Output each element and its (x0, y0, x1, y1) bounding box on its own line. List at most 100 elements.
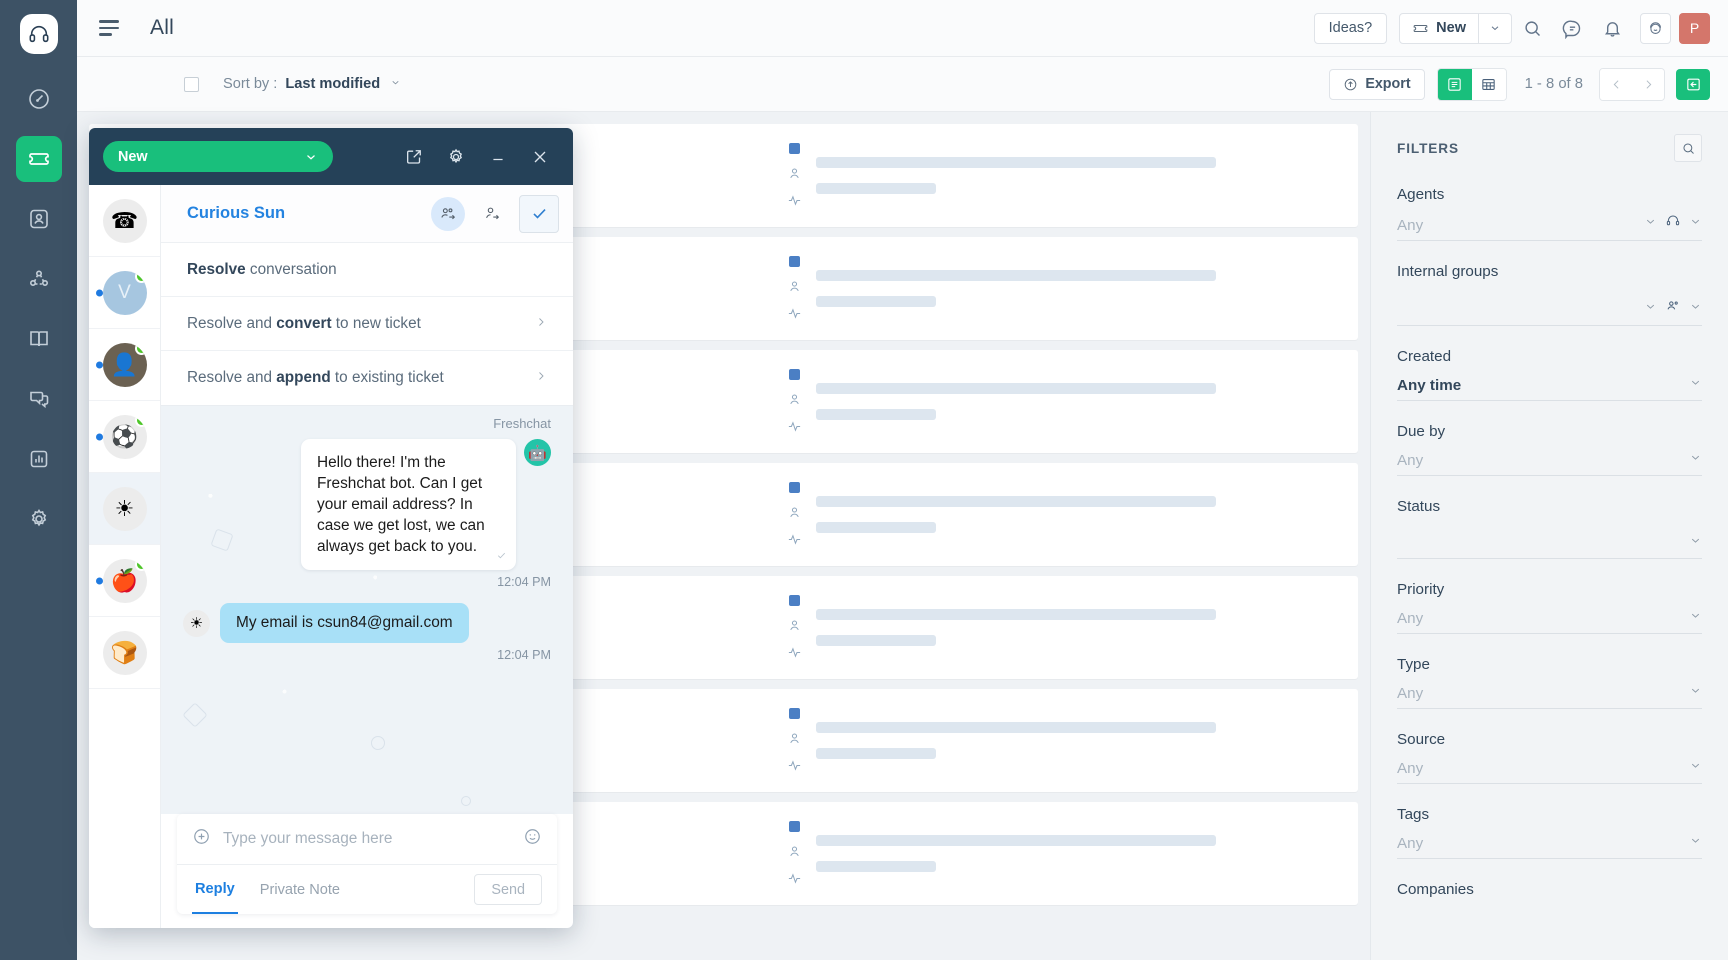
unread-indicator (96, 433, 103, 440)
settings-button[interactable] (437, 138, 475, 176)
sidebar-item-dashboard[interactable] (16, 76, 62, 122)
chevron-down-icon[interactable] (1644, 300, 1657, 318)
list-item[interactable]: 🍎 (89, 545, 160, 617)
sort-value-dropdown[interactable]: Last modified (285, 76, 401, 92)
check-icon (532, 208, 546, 219)
menu-item-resolve-convert-new-ticket[interactable]: Resolve and convert to new ticket (161, 297, 573, 351)
primary-nav-rail (0, 0, 77, 960)
search-button[interactable] (1512, 8, 1552, 48)
headset-icon[interactable] (1665, 213, 1681, 234)
resolve-button[interactable] (519, 194, 559, 233)
minimize-button[interactable] (479, 138, 517, 176)
list-item[interactable]: ⚽ (89, 401, 160, 473)
chevron-down-icon[interactable] (1689, 300, 1702, 318)
select-all-checkbox[interactable] (184, 76, 199, 92)
filter-control[interactable]: Any (1397, 608, 1702, 634)
filter-control[interactable] (1397, 533, 1702, 559)
filter-control[interactable]: Any (1397, 213, 1702, 241)
user-avatar[interactable]: P (1679, 12, 1710, 44)
sidebar-item-customers[interactable] (16, 256, 62, 302)
filter-control[interactable]: Any time (1397, 375, 1702, 401)
ideas-button[interactable]: Ideas? (1313, 12, 1388, 44)
filter-control[interactable]: Any (1397, 450, 1702, 476)
upload-icon (1345, 78, 1357, 90)
headset-logo-icon (29, 25, 48, 43)
conversation-list: ☎ V 👤 ⚽ ☀ 🍎 🍞 (89, 185, 161, 928)
chevron-down-icon[interactable] (1689, 609, 1702, 627)
list-item[interactable]: V (89, 257, 160, 329)
menu-item-resolve-conversation[interactable]: Resolve conversation (161, 243, 573, 297)
sidebar-item-admin[interactable] (16, 496, 62, 542)
tab-reply[interactable]: Reply (192, 865, 238, 914)
status-badge (788, 369, 800, 380)
table-view-button[interactable] (1471, 68, 1506, 100)
chat-bubble-icon (1562, 19, 1580, 39)
filter-control[interactable]: Any (1397, 758, 1702, 784)
list-item[interactable]: 🍞 (89, 617, 160, 689)
close-button[interactable] (521, 138, 559, 176)
chevron-down-icon[interactable] (1689, 684, 1702, 702)
sidebar-item-forums[interactable] (16, 376, 62, 422)
new-ticket-dropdown[interactable] (1479, 12, 1512, 44)
app-logo[interactable] (19, 14, 58, 54)
people-icon[interactable] (1665, 298, 1681, 319)
list-item[interactable]: ☀ (89, 473, 160, 545)
support-button[interactable] (1640, 12, 1671, 44)
filters-search-button[interactable] (1674, 134, 1702, 162)
conversation-header: Curious Sun (161, 185, 573, 243)
search-icon (1524, 20, 1540, 36)
assign-group-button[interactable] (431, 196, 465, 231)
list-view-button[interactable] (1437, 68, 1472, 100)
hamburger-icon[interactable] (99, 15, 125, 41)
sidebar-item-tickets[interactable] (15, 136, 62, 182)
status-badge (788, 256, 800, 267)
chevron-down-icon[interactable] (1689, 376, 1702, 394)
list-item[interactable]: ☎ (89, 185, 160, 257)
next-page-button[interactable] (1632, 68, 1664, 100)
chevron-down-icon[interactable] (1689, 834, 1702, 852)
unread-indicator (96, 361, 103, 368)
tab-private-note[interactable]: Private Note (260, 882, 340, 898)
sidebar-item-solutions[interactable] (16, 316, 62, 362)
feedback-button[interactable] (1552, 8, 1592, 48)
popout-button[interactable] (395, 138, 433, 176)
conversation-status-dropdown[interactable]: New (103, 141, 333, 172)
filter-control[interactable]: Any (1397, 833, 1702, 859)
filter-value: Any (1397, 610, 1424, 627)
smiley-icon[interactable] (523, 827, 542, 851)
row-secondary (816, 722, 1332, 759)
chevron-down-icon[interactable] (1689, 759, 1702, 777)
new-ticket-button[interactable]: New (1399, 12, 1479, 44)
contact-name[interactable]: Curious Sun (187, 204, 285, 223)
export-button[interactable]: Export (1329, 68, 1425, 100)
app-root: All Ideas? New P Sort by: Last modified… (0, 0, 1728, 960)
chevron-down-icon[interactable] (1644, 215, 1657, 233)
filter-label: Type (1397, 656, 1430, 673)
list-item[interactable]: 👤 (89, 329, 160, 401)
chevron-down-icon[interactable] (1689, 451, 1702, 469)
filter-value: Any (1397, 452, 1424, 469)
collapse-filters-button[interactable] (1676, 68, 1710, 100)
filter-control[interactable]: Any (1397, 683, 1702, 709)
avatar: 🤖 (524, 439, 551, 466)
filter-control[interactable] (1397, 298, 1702, 326)
send-button[interactable]: Send (474, 874, 542, 905)
emoji-headset-icon (1650, 21, 1661, 34)
channel-label: Freshchat (493, 416, 551, 431)
filter-label: Internal groups (1397, 263, 1499, 280)
sidebar-item-contacts[interactable] (16, 196, 62, 242)
chevron-down-icon[interactable] (1689, 215, 1702, 233)
chevron-down-icon[interactable] (1689, 534, 1702, 552)
assign-agent-button[interactable] (475, 197, 509, 231)
row-meta2-placeholder (816, 861, 937, 872)
notifications-button[interactable] (1592, 8, 1632, 48)
message-input[interactable] (223, 830, 523, 848)
row-indicators (772, 143, 816, 208)
row-meta-placeholder (816, 609, 1217, 620)
menu-item-resolve-append-existing-ticket[interactable]: Resolve and append to existing ticket (161, 351, 573, 405)
activity-icon (788, 760, 800, 771)
row-secondary (816, 609, 1332, 646)
prev-page-button[interactable] (1600, 68, 1632, 100)
sidebar-item-analytics[interactable] (16, 436, 62, 482)
plus-circle-icon[interactable] (192, 827, 211, 851)
